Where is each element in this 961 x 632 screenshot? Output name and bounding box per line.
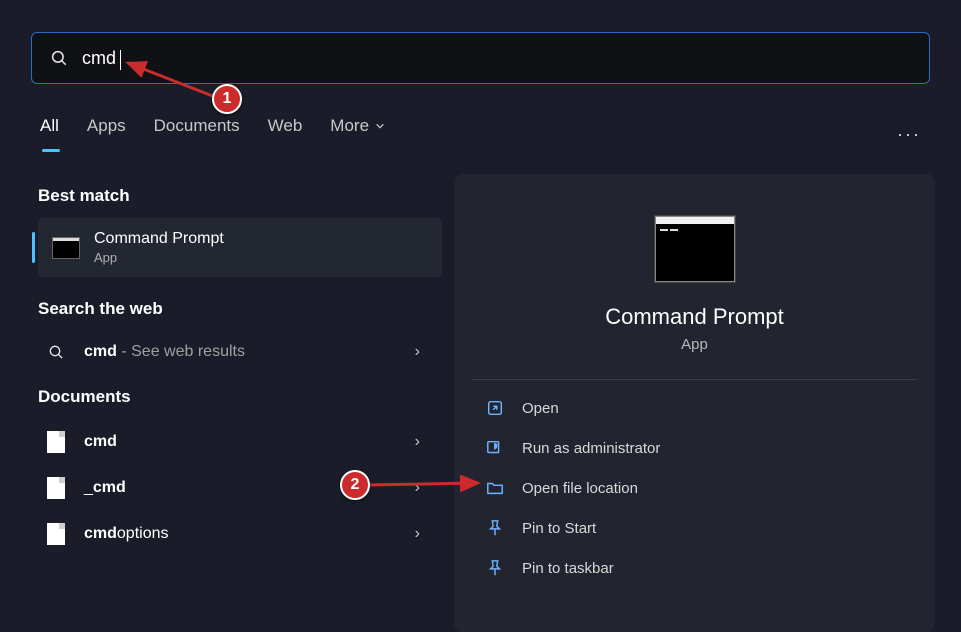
filter-tabs: All Apps Documents Web More ···: [40, 116, 921, 152]
document-result-text: _cmd: [84, 479, 126, 497]
command-prompt-icon: [52, 237, 80, 259]
search-input[interactable]: [82, 48, 911, 69]
chevron-right-icon: ›: [415, 433, 420, 451]
overflow-menu[interactable]: ···: [897, 124, 921, 145]
action-run-admin[interactable]: Run as administrator: [472, 428, 917, 468]
action-pin-start[interactable]: Pin to Start: [472, 508, 917, 548]
tab-all[interactable]: All: [40, 116, 59, 152]
web-result[interactable]: cmd - See web results ›: [38, 331, 442, 373]
text-caret: [120, 50, 121, 70]
open-icon: [486, 399, 504, 417]
preview-title: Command Prompt: [472, 304, 917, 330]
chevron-right-icon: ›: [415, 479, 420, 497]
results-column: Best match Command Prompt App Search the…: [38, 186, 442, 557]
action-label: Run as administrator: [522, 440, 660, 457]
document-icon: [47, 523, 65, 545]
chevron-right-icon: ›: [415, 343, 420, 361]
tab-web[interactable]: Web: [268, 116, 303, 152]
preview-app-icon: [655, 216, 735, 282]
folder-icon: [486, 479, 504, 497]
action-open[interactable]: Open: [472, 388, 917, 428]
annotation-badge-2: 2: [340, 470, 370, 500]
tab-more-label: More: [330, 116, 369, 136]
document-result[interactable]: cmdoptions ›: [38, 511, 442, 557]
action-label: Pin to taskbar: [522, 560, 614, 577]
chevron-right-icon: ›: [415, 525, 420, 543]
section-search-web: Search the web: [38, 299, 442, 319]
document-result-text: cmdoptions: [84, 525, 169, 543]
preview-panel: Command Prompt App Open Run as administr…: [454, 174, 935, 632]
tab-apps[interactable]: Apps: [87, 116, 126, 152]
tab-more[interactable]: More: [330, 116, 385, 152]
action-label: Open: [522, 400, 559, 417]
web-result-text: cmd - See web results: [84, 343, 245, 361]
search-bar[interactable]: [31, 32, 930, 84]
pin-start-icon: [486, 519, 504, 537]
chevron-down-icon: [375, 121, 385, 131]
action-pin-taskbar[interactable]: Pin to taskbar: [472, 548, 917, 588]
tab-documents[interactable]: Documents: [154, 116, 240, 152]
action-open-location[interactable]: Open file location: [472, 468, 917, 508]
action-label: Open file location: [522, 480, 638, 497]
preview-subtitle: App: [472, 336, 917, 353]
admin-icon: [486, 439, 504, 457]
action-label: Pin to Start: [522, 520, 596, 537]
document-result[interactable]: _cmd ›: [38, 465, 442, 511]
document-icon: [47, 477, 65, 499]
best-match-title: Command Prompt: [94, 230, 224, 248]
section-best-match: Best match: [38, 186, 442, 206]
pin-taskbar-icon: [486, 559, 504, 577]
document-icon: [47, 431, 65, 453]
search-icon: [48, 344, 64, 360]
annotation-badge-1: 1: [212, 84, 242, 114]
divider: [472, 379, 917, 380]
best-match-subtitle: App: [94, 250, 224, 265]
best-match-result[interactable]: Command Prompt App: [38, 218, 442, 277]
search-icon: [50, 49, 68, 67]
document-result[interactable]: cmd ›: [38, 419, 442, 465]
section-documents: Documents: [38, 387, 442, 407]
document-result-text: cmd: [84, 433, 117, 451]
